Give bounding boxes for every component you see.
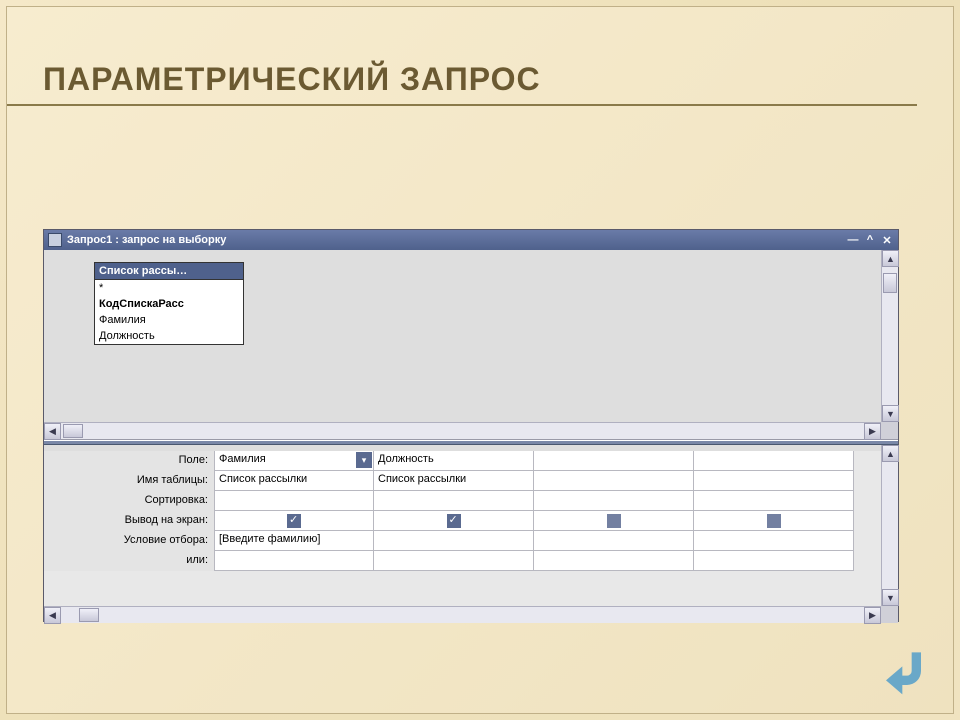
title-region: ПАРАМЕТРИЧЕСКИЙ ЗАПРОС xyxy=(7,7,917,106)
tables-pane[interactable]: Список рассы… * КодСпискаРасс Фамилия До… xyxy=(44,250,898,440)
field-list-item[interactable]: Должность xyxy=(95,328,243,344)
scroll-down-icon[interactable]: ▼ xyxy=(882,405,899,422)
restore-button[interactable]: ^ xyxy=(863,233,877,247)
table-cell[interactable] xyxy=(534,471,694,491)
cell-text: Список рассылки xyxy=(219,473,307,485)
query-grid[interactable]: Поле: Фамилия ▾ Должность Имя таблицы: С… xyxy=(44,451,881,606)
scroll-track[interactable] xyxy=(61,423,864,439)
scroll-down-icon[interactable]: ▼ xyxy=(882,589,899,606)
field-cell[interactable]: Фамилия ▾ xyxy=(214,451,374,471)
show-checkbox[interactable] xyxy=(767,514,781,528)
sort-cell[interactable] xyxy=(374,491,534,511)
slide-container: ПАРАМЕТРИЧЕСКИЙ ЗАПРОС Запрос1 : запрос … xyxy=(6,6,954,714)
vertical-scrollbar[interactable]: ▲ ▼ xyxy=(881,445,898,606)
criteria-cell[interactable]: [Введите фамилию] xyxy=(214,531,374,551)
window-caption: Запрос1 : запрос на выборку xyxy=(67,234,846,246)
row-label-field: Поле: xyxy=(44,451,214,471)
scroll-up-icon[interactable]: ▲ xyxy=(882,445,899,462)
sort-cell[interactable] xyxy=(214,491,374,511)
show-cell[interactable] xyxy=(534,511,694,531)
field-list-item[interactable]: Фамилия xyxy=(95,312,243,328)
cell-text: Должность xyxy=(378,453,434,465)
scroll-thumb[interactable] xyxy=(63,424,83,438)
return-button[interactable] xyxy=(879,643,935,699)
sort-cell[interactable] xyxy=(534,491,694,511)
field-list-header[interactable]: Список рассы… xyxy=(95,263,243,280)
row-label-show: Вывод на экран: xyxy=(44,511,214,531)
scroll-thumb[interactable] xyxy=(79,608,99,622)
or-cell[interactable] xyxy=(374,551,534,571)
vertical-scrollbar[interactable]: ▲ ▼ xyxy=(881,250,898,422)
scroll-thumb[interactable] xyxy=(883,273,897,293)
scroll-left-icon[interactable]: ◀ xyxy=(44,607,61,624)
criteria-cell[interactable] xyxy=(694,531,854,551)
field-list-item[interactable]: КодСпискаРасс xyxy=(95,296,243,312)
scroll-right-icon[interactable]: ▶ xyxy=(864,607,881,624)
scroll-right-icon[interactable]: ▶ xyxy=(864,423,881,440)
title-bar[interactable]: Запрос1 : запрос на выборку — ^ ✕ xyxy=(44,230,898,250)
field-list-item[interactable]: * xyxy=(95,280,243,296)
table-cell[interactable]: Список рассылки xyxy=(214,471,374,491)
show-checkbox[interactable] xyxy=(447,514,461,528)
criteria-cell[interactable] xyxy=(374,531,534,551)
cell-text: Фамилия xyxy=(219,453,266,465)
or-cell[interactable] xyxy=(694,551,854,571)
design-grid-pane: Поле: Фамилия ▾ Должность Имя таблицы: С… xyxy=(44,445,898,623)
criteria-cell[interactable] xyxy=(534,531,694,551)
field-cell[interactable] xyxy=(534,451,694,471)
table-cell[interactable] xyxy=(694,471,854,491)
field-list[interactable]: Список рассы… * КодСпискаРасс Фамилия До… xyxy=(94,262,244,345)
cell-text: [Введите фамилию] xyxy=(219,533,320,545)
cell-text: Список рассылки xyxy=(378,473,466,485)
show-checkbox[interactable] xyxy=(607,514,621,528)
or-cell[interactable] xyxy=(534,551,694,571)
table-cell[interactable]: Список рассылки xyxy=(374,471,534,491)
query-designer-window: Запрос1 : запрос на выборку — ^ ✕ Список… xyxy=(43,229,899,622)
field-cell[interactable] xyxy=(694,451,854,471)
system-menu-icon[interactable] xyxy=(48,233,62,247)
scroll-corner xyxy=(881,422,898,439)
or-cell[interactable] xyxy=(214,551,374,571)
show-cell[interactable] xyxy=(694,511,854,531)
row-label-criteria: Условие отбора: xyxy=(44,531,214,551)
row-label-table: Имя таблицы: xyxy=(44,471,214,491)
show-checkbox[interactable] xyxy=(287,514,301,528)
show-cell[interactable] xyxy=(374,511,534,531)
sort-cell[interactable] xyxy=(694,491,854,511)
horizontal-scrollbar[interactable]: ◀ ▶ xyxy=(44,606,881,623)
scroll-track[interactable] xyxy=(61,607,864,623)
minimize-button[interactable]: — xyxy=(846,233,860,247)
show-cell[interactable] xyxy=(214,511,374,531)
scroll-corner xyxy=(881,606,898,623)
slide-title: ПАРАМЕТРИЧЕСКИЙ ЗАПРОС xyxy=(43,61,917,98)
field-cell[interactable]: Должность xyxy=(374,451,534,471)
horizontal-scrollbar[interactable]: ◀ ▶ xyxy=(44,422,881,439)
scroll-track[interactable] xyxy=(882,267,898,405)
close-button[interactable]: ✕ xyxy=(880,233,894,247)
scroll-left-icon[interactable]: ◀ xyxy=(44,423,61,440)
scroll-up-icon[interactable]: ▲ xyxy=(882,250,899,267)
dropdown-icon[interactable]: ▾ xyxy=(356,452,372,468)
row-label-sort: Сортировка: xyxy=(44,491,214,511)
scroll-track[interactable] xyxy=(882,462,898,589)
row-label-or: или: xyxy=(44,551,214,571)
